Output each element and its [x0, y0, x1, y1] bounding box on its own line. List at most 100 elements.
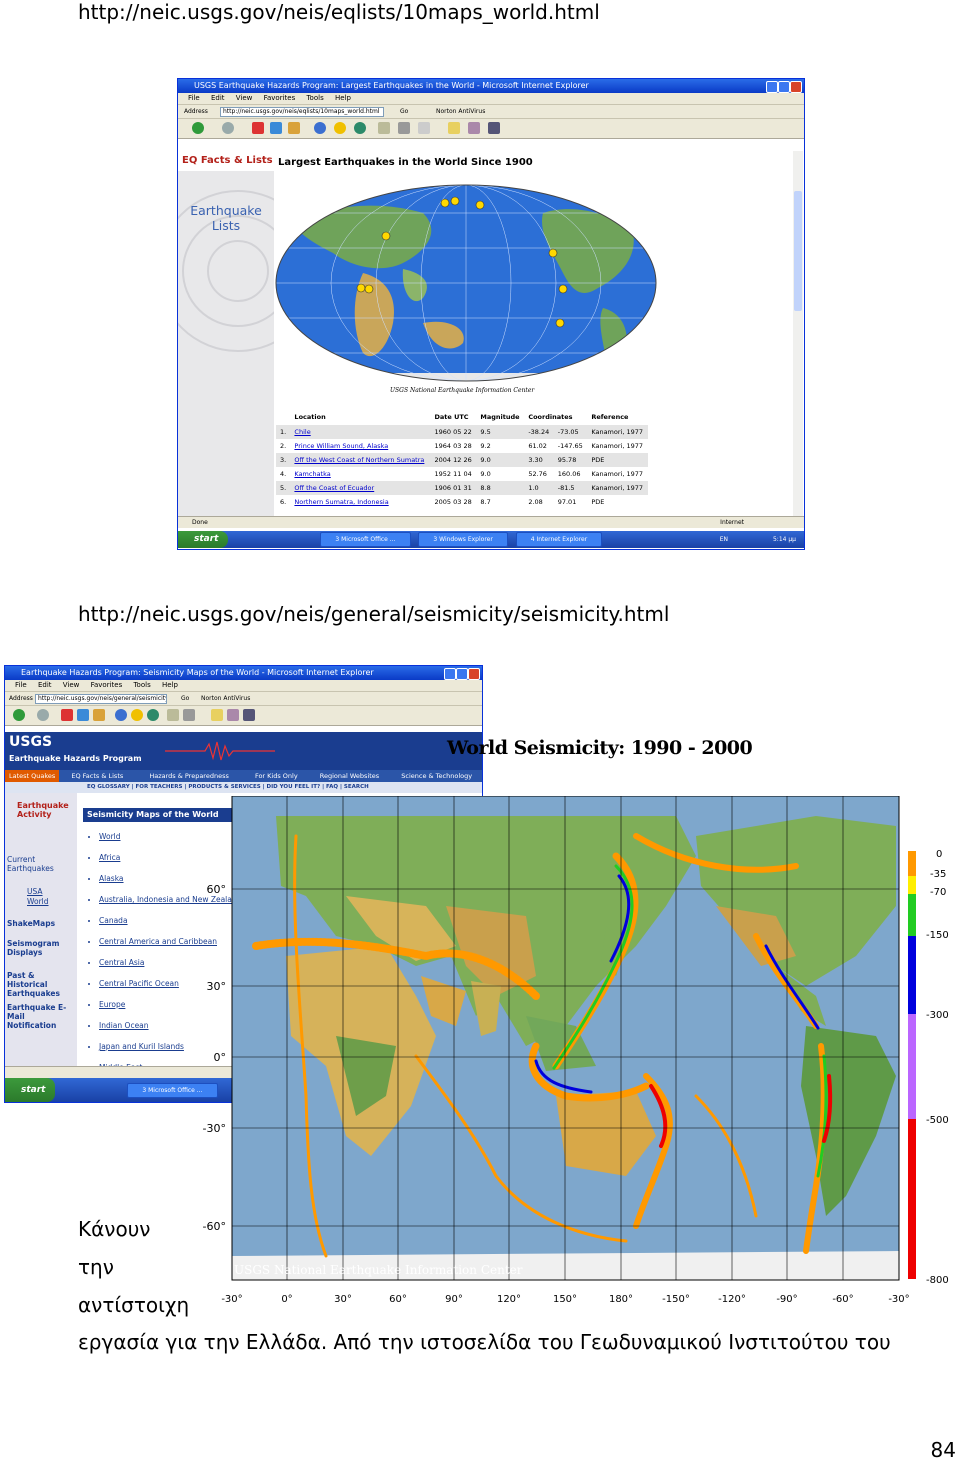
- maximize-button[interactable]: [778, 81, 790, 93]
- minimize-button[interactable]: [444, 668, 456, 680]
- location-link[interactable]: Kamchatka: [290, 467, 430, 481]
- forward-icon[interactable]: [37, 709, 49, 721]
- nav-teachers[interactable]: FOR TEACHERS: [136, 784, 183, 790]
- nav-email-notification[interactable]: Earthquake E-Mail Notification: [7, 1003, 75, 1030]
- url-eqlists[interactable]: http://neic.usgs.gov/neis/eqlists/10maps…: [78, 0, 600, 24]
- language-indicator[interactable]: EN: [720, 531, 728, 548]
- folder-icon[interactable]: [211, 709, 223, 721]
- search-icon[interactable]: [314, 122, 326, 134]
- usgs-logo[interactable]: USGS: [9, 734, 52, 750]
- task-office[interactable]: 3 Microsoft Office ...: [320, 532, 411, 547]
- greek-text-line4: εργασία για την Ελλάδα. Από την ιστοσελί…: [78, 1330, 891, 1354]
- location-link[interactable]: Off the West Coast of Northern Sumatra: [290, 453, 431, 467]
- mail-icon[interactable]: [378, 122, 390, 134]
- nav-seismogram-displays[interactable]: Seismogram Displays: [7, 939, 67, 957]
- address-bar: Address http://neic.usgs.gov/neis/genera…: [5, 691, 482, 705]
- home-icon[interactable]: [288, 122, 300, 134]
- row-rank: 6.: [280, 498, 287, 506]
- nav-hazards[interactable]: Hazards & Preparedness: [149, 772, 229, 780]
- print-icon[interactable]: [398, 122, 410, 134]
- start-button[interactable]: start: [178, 531, 229, 548]
- nav-past-historical[interactable]: Past & Historical Earthquakes: [7, 971, 75, 998]
- history-icon[interactable]: [147, 709, 159, 721]
- favorites-icon[interactable]: [131, 709, 143, 721]
- task-ie[interactable]: 4 Internet Explorer: [515, 532, 603, 547]
- reference-cell: PDE: [587, 453, 648, 467]
- edit-icon[interactable]: [418, 122, 430, 134]
- stop-icon[interactable]: [61, 709, 73, 721]
- nav-eq-facts[interactable]: EQ Facts & Lists: [71, 772, 123, 780]
- folder-icon[interactable]: [448, 122, 460, 134]
- back-icon[interactable]: [192, 122, 204, 134]
- lon-cell: -73.05: [553, 425, 588, 439]
- depth-band-500-800: [908, 1119, 916, 1279]
- nav-feel-it[interactable]: DID YOU FEEL IT?: [267, 784, 321, 790]
- menu-tools[interactable]: Tools: [133, 681, 150, 689]
- nav-current-earthquakes[interactable]: Current Earthquakes: [7, 855, 73, 873]
- neic-credit: USGS National Earthquake Information Cen…: [390, 387, 535, 394]
- menu-file[interactable]: File: [188, 94, 200, 102]
- menu-edit[interactable]: Edit: [211, 94, 225, 102]
- nav-usa[interactable]: USA: [27, 887, 43, 896]
- nav-products[interactable]: PRODUCTS & SERVICES: [188, 784, 260, 790]
- norton-antivirus-button[interactable]: Norton AntiVirus: [436, 105, 485, 118]
- eq-facts-tab[interactable]: EQ Facts & Lists: [178, 151, 274, 171]
- messenger-icon[interactable]: [227, 709, 239, 721]
- menu-tools[interactable]: Tools: [306, 94, 323, 102]
- menu-help[interactable]: Help: [335, 94, 351, 102]
- back-icon[interactable]: [13, 709, 25, 721]
- menu-view[interactable]: View: [236, 94, 253, 102]
- nav-search[interactable]: SEARCH: [344, 784, 369, 790]
- history-icon[interactable]: [354, 122, 366, 134]
- go-button[interactable]: Go: [400, 105, 408, 118]
- menu-favorites[interactable]: Favorites: [91, 681, 123, 689]
- norton-antivirus-button[interactable]: Norton AntiVirus: [201, 692, 250, 705]
- col-date: Date UTC: [434, 413, 469, 421]
- minimize-button[interactable]: [766, 81, 778, 93]
- nav-faq[interactable]: FAQ: [326, 784, 338, 790]
- start-button[interactable]: start: [5, 1078, 56, 1102]
- favorites-icon[interactable]: [334, 122, 346, 134]
- tools-icon[interactable]: [243, 709, 255, 721]
- page-heading: Largest Earthquakes in the World Since 1…: [278, 157, 533, 168]
- location-link[interactable]: Prince William Sound, Alaska: [290, 439, 430, 453]
- home-icon[interactable]: [93, 709, 105, 721]
- nav-glossary[interactable]: EQ GLOSSARY: [87, 784, 130, 790]
- forward-icon[interactable]: [222, 122, 234, 134]
- location-link[interactable]: Off the Coast of Ecuador: [290, 481, 431, 495]
- nav-science[interactable]: Science & Technology: [401, 772, 472, 780]
- location-link[interactable]: Chile: [290, 425, 431, 439]
- location-link[interactable]: Northern Sumatra, Indonesia: [290, 495, 430, 509]
- search-icon[interactable]: [115, 709, 127, 721]
- address-input[interactable]: http://neic.usgs.gov/neis/general/seismi…: [35, 694, 167, 704]
- menu-favorites[interactable]: Favorites: [264, 94, 296, 102]
- maximize-button[interactable]: [456, 668, 468, 680]
- stop-icon[interactable]: [252, 122, 264, 134]
- address-input[interactable]: http://neic.usgs.gov/neis/eqlists/10maps…: [220, 107, 384, 117]
- nav-kids[interactable]: For Kids Only: [255, 772, 298, 780]
- close-button[interactable]: [468, 668, 480, 680]
- nav-shakemaps[interactable]: ShakeMaps: [7, 919, 55, 928]
- refresh-icon[interactable]: [77, 709, 89, 721]
- go-button[interactable]: Go: [181, 692, 189, 705]
- page-content: EQ Facts & Lists Earthquake Lists Larges…: [178, 151, 803, 519]
- task-explorer[interactable]: 3 Windows Explorer: [418, 532, 508, 547]
- nav-latest-quakes[interactable]: Latest Quakes: [5, 770, 60, 782]
- nav-regional[interactable]: Regional Websites: [320, 772, 379, 780]
- scrollbar-thumb[interactable]: [794, 191, 802, 311]
- row-rank: 5.: [276, 481, 291, 495]
- menu-file[interactable]: File: [15, 681, 27, 689]
- menu-view[interactable]: View: [63, 681, 80, 689]
- tools-icon[interactable]: [488, 122, 500, 134]
- menu-help[interactable]: Help: [162, 681, 178, 689]
- lat-cell: 61.02: [528, 442, 547, 450]
- close-button[interactable]: [790, 81, 802, 93]
- refresh-icon[interactable]: [270, 122, 282, 134]
- nav-world[interactable]: World: [27, 897, 49, 906]
- print-icon[interactable]: [183, 709, 195, 721]
- vertical-scrollbar[interactable]: [793, 151, 803, 519]
- messenger-icon[interactable]: [468, 122, 480, 134]
- menu-edit[interactable]: Edit: [38, 681, 52, 689]
- url-seismicity[interactable]: http://neic.usgs.gov/neis/general/seismi…: [78, 602, 669, 626]
- mail-icon[interactable]: [167, 709, 179, 721]
